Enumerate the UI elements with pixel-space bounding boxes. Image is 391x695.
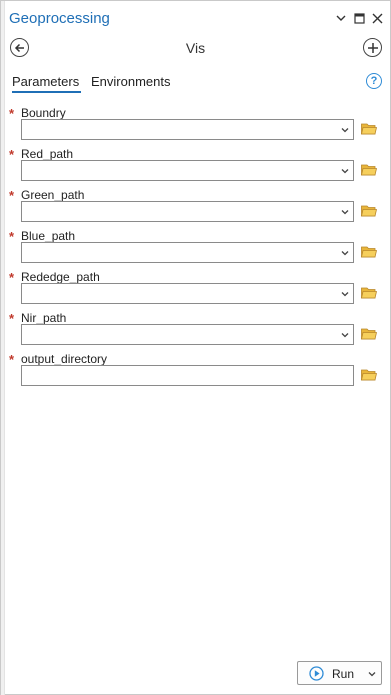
required-marker: * — [9, 311, 15, 326]
title-bar: Geoprocessing — [1, 1, 390, 33]
output-directory-field[interactable] — [21, 365, 354, 386]
param-label: Boundry — [21, 106, 66, 120]
chevron-down-icon[interactable] — [340, 166, 350, 176]
param-label: Nir_path — [21, 311, 67, 325]
chevron-down-icon[interactable] — [340, 125, 350, 135]
required-marker: * — [9, 229, 15, 244]
tab-environments[interactable]: Environments — [91, 74, 170, 89]
param-label: Blue_path — [21, 229, 76, 243]
run-button[interactable]: Run — [297, 661, 382, 685]
chevron-down-icon[interactable] — [340, 248, 350, 258]
geoprocessing-pane: Geoprocessing Vis Parameters Environment… — [0, 0, 391, 695]
param-nir-path: * Nir_path — [1, 311, 390, 352]
required-marker: * — [9, 270, 15, 285]
param-rededge-path: * Rededge_path — [1, 270, 390, 311]
folder-open-icon[interactable] — [361, 204, 377, 217]
required-marker: * — [9, 188, 15, 203]
param-output-directory: * output_directory — [1, 352, 390, 393]
tab-parameters[interactable]: Parameters — [12, 74, 79, 89]
red-path-combobox[interactable] — [21, 160, 354, 181]
chevron-down-icon[interactable] — [340, 330, 350, 340]
folder-open-icon[interactable] — [361, 327, 377, 340]
param-green-path: * Green_path — [1, 188, 390, 229]
restore-icon[interactable] — [352, 11, 366, 25]
required-marker: * — [9, 352, 15, 367]
chevron-down-icon[interactable] — [340, 207, 350, 217]
chevron-down-icon[interactable] — [367, 669, 377, 679]
help-icon[interactable]: ? — [366, 73, 382, 89]
chevron-down-icon[interactable] — [334, 11, 348, 25]
pane-title: Geoprocessing — [9, 10, 110, 27]
param-label: Green_path — [21, 188, 85, 202]
param-blue-path: * Blue_path — [1, 229, 390, 270]
param-boundry: * Boundry — [1, 106, 390, 147]
required-marker: * — [9, 106, 15, 121]
param-red-path: * Red_path — [1, 147, 390, 188]
close-icon[interactable] — [370, 11, 384, 25]
active-tab-indicator — [12, 91, 81, 93]
blue-path-combobox[interactable] — [21, 242, 354, 263]
folder-open-icon[interactable] — [361, 163, 377, 176]
param-label: output_directory — [21, 352, 108, 366]
folder-open-icon[interactable] — [361, 286, 377, 299]
param-label: Rededge_path — [21, 270, 100, 284]
play-icon — [309, 666, 324, 681]
required-marker: * — [9, 147, 15, 162]
add-icon[interactable] — [363, 38, 382, 57]
rededge-path-combobox[interactable] — [21, 283, 354, 304]
folder-open-icon[interactable] — [361, 368, 377, 381]
nir-path-combobox[interactable] — [21, 324, 354, 345]
param-label: Red_path — [21, 147, 74, 161]
tool-name: Vis — [185, 40, 206, 56]
green-path-combobox[interactable] — [21, 201, 354, 222]
folder-open-icon[interactable] — [361, 122, 377, 135]
run-label: Run — [332, 667, 355, 681]
chevron-down-icon[interactable] — [340, 289, 350, 299]
boundry-combobox[interactable] — [21, 119, 354, 140]
folder-open-icon[interactable] — [361, 245, 377, 258]
